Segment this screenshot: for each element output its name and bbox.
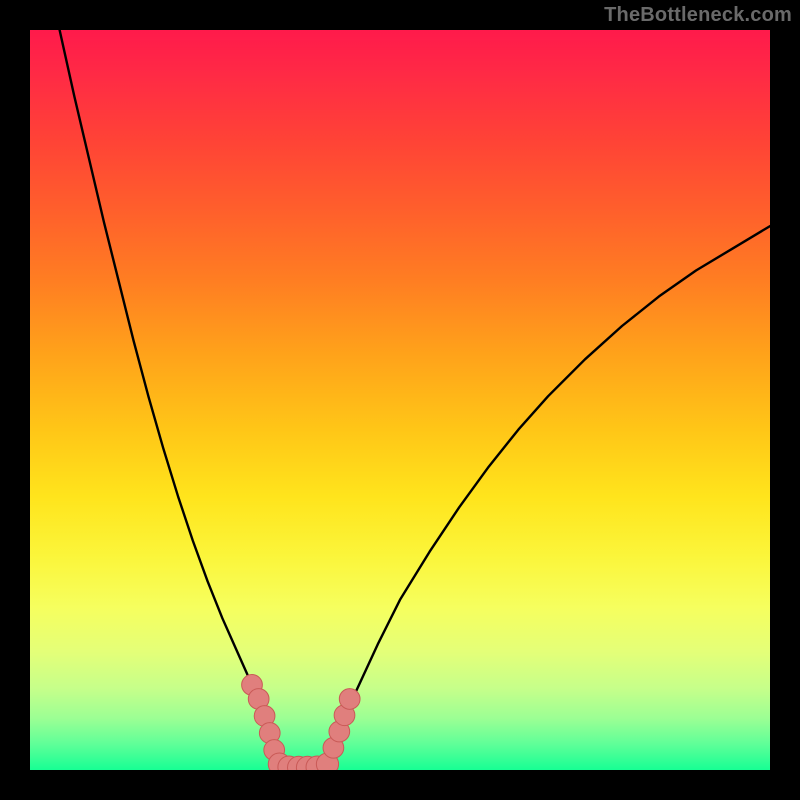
marker-dot <box>339 689 360 710</box>
series-left-branch <box>60 30 280 766</box>
curve-paths <box>60 30 770 768</box>
curve-layer <box>30 30 770 770</box>
curve-markers <box>242 675 360 770</box>
chart-frame: TheBottleneck.com <box>0 0 800 800</box>
series-right-branch <box>327 226 770 766</box>
watermark-text: TheBottleneck.com <box>604 4 792 27</box>
plot-area <box>30 30 770 770</box>
